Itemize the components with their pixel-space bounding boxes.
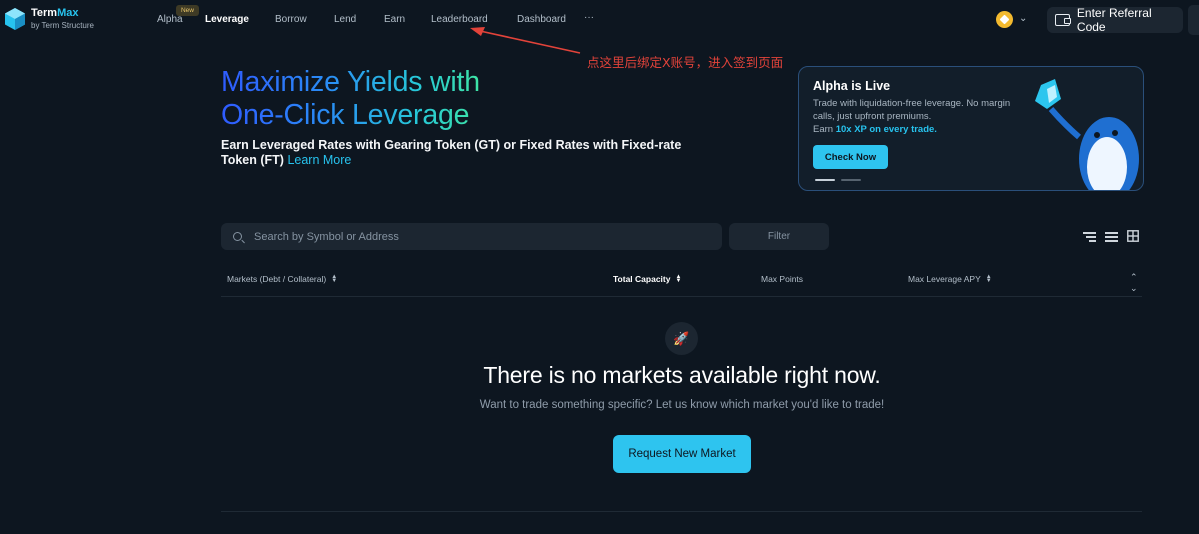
brand-logo[interactable]: TermMax by Term Structure (4, 7, 94, 31)
promo-description: Trade with liquidation-free leverage. No… (813, 98, 1011, 135)
hero-title: Maximize Yields with One-Click Leverage (221, 66, 483, 132)
referral-label: Enter Referral Code (1076, 6, 1152, 34)
column-header-total-capacity[interactable]: Total Capacity ▲ ▼ (613, 274, 681, 284)
brand-subtitle: by Term Structure (31, 21, 94, 30)
hero-title-line1: Maximize Yields with (221, 66, 483, 99)
column-header-max-points[interactable]: Max Points (761, 274, 803, 284)
sort-icon: ▲ ▼ (985, 274, 992, 284)
nav-item-lend[interactable]: Lend (334, 14, 356, 25)
alpha-promo-card[interactable]: Alpha is Live Trade with liquidation-fre… (798, 66, 1144, 191)
top-nav-bar: TermMax by Term Structure New Alpha Leve… (0, 0, 1199, 40)
learn-more-link[interactable]: Learn More (287, 153, 351, 167)
annotation-note: 点这里后绑定X账号，进入签到页面 (587, 55, 784, 70)
filter-button[interactable]: Filter (729, 223, 829, 250)
column-header-markets[interactable]: Markets (Debt / Collateral) ▲ ▼ (227, 274, 337, 284)
more-menu-icon[interactable]: ··· (584, 12, 594, 23)
empty-state-subtitle: Want to trade something specific? Let us… (479, 399, 885, 411)
search-input[interactable] (254, 230, 694, 243)
sort-icon: ▲ ▼ (675, 274, 682, 284)
clipped-header-button[interactable] (1188, 5, 1199, 35)
network-bnb-icon[interactable] (996, 11, 1013, 28)
brand-name: TermMax (31, 7, 79, 19)
nav-item-earn[interactable]: Earn (384, 14, 405, 25)
carousel-dots[interactable] (815, 179, 861, 181)
nav-item-alpha[interactable]: Alpha (157, 14, 183, 25)
rocket-icon: 🚀 (665, 322, 698, 355)
termmax-logo-icon (5, 8, 25, 30)
check-now-button[interactable]: Check Now (813, 145, 888, 169)
sort-list-view-icon[interactable] (1083, 231, 1096, 242)
hero-subtitle: Earn Leveraged Rates with Gearing Token … (221, 138, 682, 167)
grid-view-icon[interactable] (1127, 230, 1139, 242)
enter-referral-code-button[interactable]: Enter Referral Code (1047, 6, 1183, 34)
bottom-divider (221, 511, 1142, 512)
wallet-icon (1055, 14, 1071, 26)
empty-state-title: There is no markets available right now. (483, 362, 881, 388)
annotation-arrow-icon (470, 27, 581, 54)
list-view-icon[interactable] (1105, 231, 1118, 242)
expand-collapse-icon[interactable]: ⌃ ⌄ (1130, 272, 1138, 294)
nav-item-borrow[interactable]: Borrow (275, 14, 307, 25)
request-new-market-button[interactable]: Request New Market (613, 435, 751, 473)
hero-title-line2: One-Click Leverage (221, 99, 483, 132)
nav-item-leverage[interactable]: Leverage (205, 14, 249, 25)
sort-icon: ▲ ▼ (331, 274, 338, 284)
table-header-divider (221, 296, 1142, 297)
column-header-max-leverage-apy[interactable]: Max Leverage APY ▲ ▼ (908, 274, 992, 284)
search-bar[interactable] (221, 223, 722, 250)
search-icon (233, 232, 242, 241)
promo-title: Alpha is Live (813, 79, 891, 93)
mascot-illustration (1035, 79, 1139, 190)
chevron-down-icon[interactable]: ⌄ (1019, 13, 1027, 24)
